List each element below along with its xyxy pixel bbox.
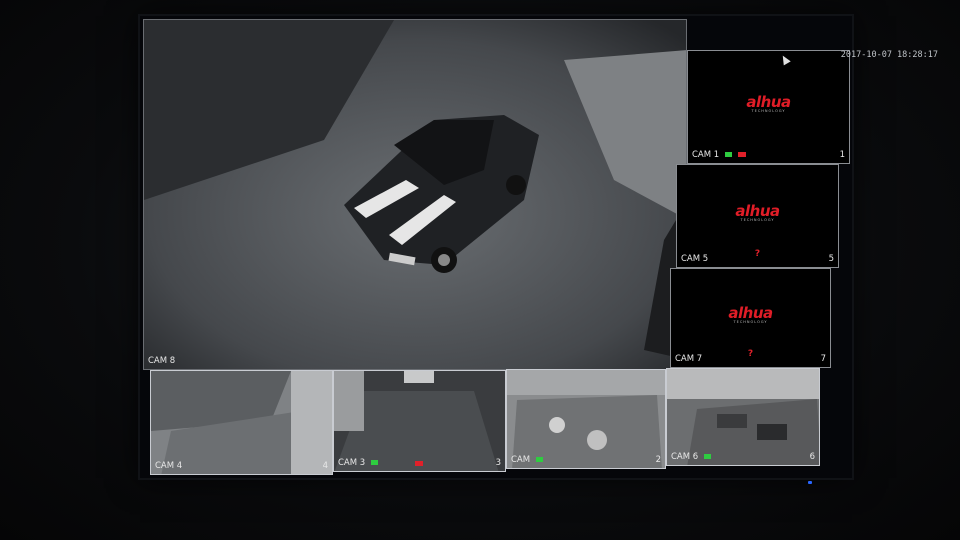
datetime-display: 2017-10-07 18:28:17 — [840, 50, 938, 60]
power-led-icon — [808, 481, 812, 484]
cam4-label: CAM 4 — [155, 461, 183, 471]
cam4-video-feed — [151, 371, 332, 474]
logo-subtext: TECHNOLOGY — [751, 108, 786, 113]
record-icon — [535, 457, 543, 462]
cam7-channel-number: 7 — [820, 354, 826, 364]
dahua-logo: alhua TECHNOLOGY — [735, 202, 780, 222]
cam6-channel-number: 6 — [809, 452, 815, 462]
record-icon — [703, 454, 711, 459]
dahua-logo: alhua TECHNOLOGY — [746, 93, 791, 113]
cam2-label: CAM — [511, 455, 543, 465]
camera-tile-cam7[interactable]: alhua TECHNOLOGY ? CAM 7 7 — [670, 268, 831, 368]
camera-tile-cam4[interactable]: CAM 4 4 — [150, 370, 333, 475]
no-signal-icon: ? — [754, 249, 761, 259]
alarm-icon — [415, 461, 423, 466]
camera-tile-cam3[interactable]: CAM 3 3 — [333, 370, 506, 472]
camera-tile-cam1[interactable]: alhua TECHNOLOGY CAM 1 1 — [687, 50, 850, 164]
logo-subtext: TECHNOLOGY — [740, 217, 775, 222]
camera-tile-cam8[interactable]: CAM 8 8 — [143, 19, 687, 370]
cam1-label: CAM 1 — [692, 150, 746, 160]
cam3-label: CAM 3 — [338, 458, 378, 468]
cam2-channel-number: 2 — [655, 455, 661, 465]
cam3-video-feed — [334, 371, 505, 471]
cam7-label: CAM 7 — [675, 354, 703, 364]
logo-subtext: TECHNOLOGY — [733, 320, 768, 325]
cam8-video-feed — [144, 20, 686, 369]
cam6-label-text: CAM 6 — [671, 452, 699, 462]
cam4-channel-number: 4 — [322, 461, 328, 471]
alarm-icon — [737, 152, 746, 157]
cam2-label-text: CAM — [511, 455, 531, 465]
cam5-channel-number: 5 — [828, 254, 834, 264]
record-icon — [724, 152, 732, 157]
cam3-channel-number: 3 — [495, 458, 501, 468]
dahua-logo: alhua TECHNOLOGY — [728, 304, 773, 325]
camera-tile-cam2[interactable]: CAM 2 — [506, 369, 666, 469]
cam8-label: CAM 8 — [148, 356, 176, 366]
cam3-label-text: CAM 3 — [338, 458, 366, 468]
camera-tile-cam6[interactable]: CAM 6 6 — [666, 368, 820, 466]
cam1-label-text: CAM 1 — [692, 150, 720, 160]
no-signal-icon: ? — [747, 349, 754, 359]
cam1-channel-number: 1 — [839, 150, 845, 160]
camera-tile-cam5[interactable]: alhua TECHNOLOGY ? CAM 5 5 — [676, 164, 839, 268]
cam6-label: CAM 6 — [671, 452, 711, 462]
record-icon — [370, 460, 378, 465]
cam5-label: CAM 5 — [681, 254, 709, 264]
